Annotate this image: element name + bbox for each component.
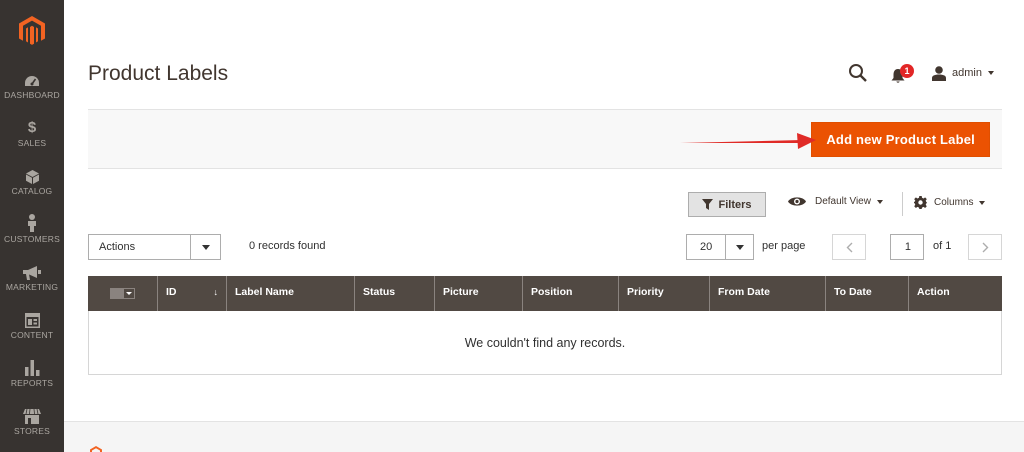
nav-sales[interactable]: $ SALES [0,116,64,164]
filters-label: Filters [718,198,752,211]
speedometer-icon [25,76,39,86]
next-page-button[interactable] [968,234,1002,260]
chevron-down-icon [725,235,753,259]
header-actions: 1 admin [848,58,994,88]
nav-content[interactable]: CONTENT [0,308,64,356]
nav-marketing[interactable]: MARKETING [0,260,64,308]
columns-label: Columns [934,197,974,208]
columns-control[interactable]: Columns [914,196,986,209]
column-header-to-date[interactable]: To Date [826,276,909,311]
nav-label: DASHBOARD [4,90,60,100]
nav-label: STORES [14,426,50,436]
previous-page-button[interactable] [832,234,866,260]
funnel-icon [702,199,714,210]
page-footer [64,421,1024,452]
grid-header-row: ID ↓ Label Name Status Picture Position … [88,276,1002,311]
magento-logo[interactable] [0,0,64,62]
magento-logo-icon [19,16,45,45]
dollar-icon: $ [27,119,37,136]
chevron-down-icon [190,235,220,259]
page-number-input[interactable]: 1 [890,234,924,260]
nav-label: MARKETING [5,282,59,292]
records-found-count: 0 records found [249,240,326,252]
search-icon[interactable] [848,63,868,83]
footer-magento-logo-icon [90,446,102,452]
nav-label: CONTENT [10,330,54,340]
mass-select-column[interactable] [88,276,158,311]
admin-sidebar: DASHBOARD $ SALES CATALOG CUSTOMERS MARK… [0,0,64,452]
user-menu[interactable]: admin [932,65,994,81]
column-header-label: Priority [627,286,664,298]
cube-icon [25,170,39,184]
toolbar-divider [902,192,903,216]
page-actions-bar: Add new Product Label [88,109,1002,169]
per-page-label: per page [762,240,806,252]
column-header-position[interactable]: Position [523,276,619,311]
view-switcher[interactable]: Default View [788,196,883,207]
chevron-down-icon [876,199,883,204]
user-icon [932,65,947,81]
chevron-down-icon [988,71,994,75]
bar-chart-icon [24,360,39,376]
eye-icon [788,197,806,206]
column-header-status[interactable]: Status [355,276,435,311]
column-header-label-name[interactable]: Label Name [227,276,355,311]
nav-label: CATALOG [11,186,53,196]
megaphone-icon [23,266,41,280]
annotation-arrow-icon [680,133,816,149]
nav-label: CUSTOMERS [4,234,60,244]
nav-label: SALES [17,138,47,148]
filters-button[interactable]: Filters [688,192,766,217]
chevron-right-icon [982,242,988,252]
nav-dashboard[interactable]: DASHBOARD [0,68,64,116]
column-header-from-date[interactable]: From Date [710,276,826,311]
column-header-label: Position [531,286,573,298]
nav-label: REPORTS [10,378,54,388]
gear-icon [914,196,927,209]
column-header-label: From Date [718,286,770,298]
mass-actions-dropdown[interactable]: Actions [88,234,221,260]
chevron-down-icon [979,200,986,205]
mass-select-checkbox[interactable] [110,288,135,299]
add-product-label-button[interactable]: Add new Product Label [811,122,990,157]
per-page-value: 20 [700,241,713,253]
column-header-id[interactable]: ID ↓ [158,276,227,311]
nav-catalog[interactable]: CATALOG [0,164,64,212]
product-labels-grid: ID ↓ Label Name Status Picture Position … [88,276,1002,375]
column-header-label: Picture [443,286,479,298]
sort-arrow-icon: ↓ [213,287,219,297]
column-header-picture[interactable]: Picture [435,276,523,311]
actions-label: Actions [99,241,136,253]
nav-customers[interactable]: CUSTOMERS [0,212,64,260]
person-icon [28,214,36,232]
column-header-action: Action [909,276,1002,311]
column-header-priority[interactable]: Priority [619,276,710,311]
chevron-left-icon [846,242,852,252]
total-pages-label: of 1 [933,240,952,252]
column-header-label: Label Name [235,286,294,298]
column-header-label: To Date [834,286,872,298]
column-header-label: ID [166,286,177,298]
per-page-select[interactable]: 20 [686,234,754,260]
user-name: admin [952,67,982,79]
view-label: Default View [815,196,871,207]
storefront-icon [23,409,41,424]
notifications-button[interactable]: 1 [890,62,915,84]
page-title: Product Labels [88,62,229,85]
notification-count-badge: 1 [900,64,915,78]
column-header-label: Action [917,286,950,298]
nav-stores[interactable]: STORES [0,404,64,452]
column-header-label: Status [363,286,396,298]
nav-reports[interactable]: REPORTS [0,356,64,404]
layout-icon [24,313,40,328]
empty-grid-message: We couldn't find any records. [88,311,1002,375]
